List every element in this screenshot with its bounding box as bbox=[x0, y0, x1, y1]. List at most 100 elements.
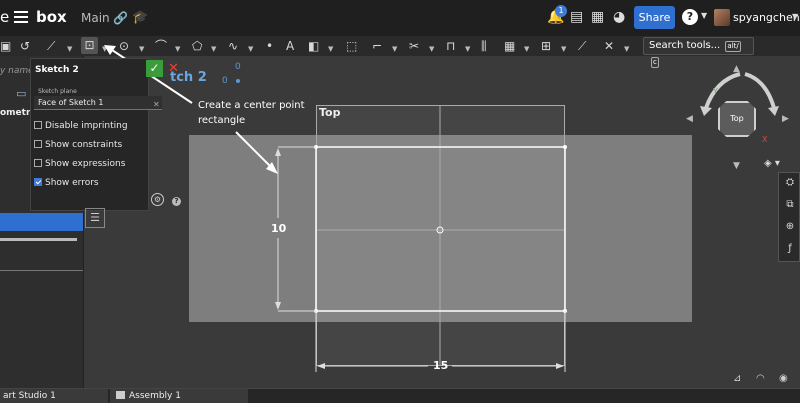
width-dimension[interactable]: 15 bbox=[433, 359, 448, 372]
transform-tool-icon[interactable]: ⊞ bbox=[541, 38, 551, 54]
clear-plane-icon[interactable]: ✕ bbox=[153, 98, 160, 112]
show-errors-checkbox[interactable] bbox=[34, 178, 42, 186]
help-caret-icon[interactable]: ▼ bbox=[701, 11, 707, 20]
arc-tool-icon[interactable]: ⌒ bbox=[155, 38, 167, 54]
mass-properties-icon[interactable]: ◠ bbox=[756, 373, 765, 384]
sketch-settings-icon[interactable]: ⚙ bbox=[151, 193, 164, 206]
configurations-icon[interactable]: ⊕ bbox=[782, 221, 798, 232]
app-grid-icon[interactable]: ▦ bbox=[591, 9, 604, 25]
list-icon[interactable]: ☰ bbox=[85, 208, 105, 228]
point-tool-icon[interactable]: • bbox=[266, 38, 273, 54]
menu-icon[interactable] bbox=[14, 11, 28, 23]
filter-input[interactable]: y name bbox=[0, 66, 34, 76]
graduation-cap-icon[interactable]: 🎓 bbox=[132, 10, 148, 25]
rotate-left-arrowhead bbox=[700, 106, 712, 116]
view-cube-menu-icon[interactable]: ◈ ▾ bbox=[764, 158, 780, 169]
sketch-plane-field[interactable]: Face of Sketch 1 ✕ bbox=[34, 96, 162, 110]
use-tool-icon[interactable]: ◧ bbox=[308, 38, 319, 54]
trim-caret-icon[interactable]: ▼ bbox=[429, 41, 434, 57]
center-rectangle-tool-icon[interactable]: ⊡ bbox=[81, 37, 98, 54]
fillet-caret-icon[interactable]: ▼ bbox=[392, 41, 397, 57]
accept-button[interactable]: ✓ bbox=[146, 60, 163, 77]
show-constraints-option[interactable]: Show constraints bbox=[34, 140, 122, 150]
show-errors-label: Show errors bbox=[45, 178, 99, 188]
offset-tool-icon[interactable]: ⊓ bbox=[446, 38, 455, 54]
palette-icon[interactable]: ◕ bbox=[613, 9, 625, 25]
cancel-button[interactable]: ✕ bbox=[168, 61, 179, 76]
folder-icon[interactable]: ▭ bbox=[16, 87, 26, 100]
document-list-icon[interactable]: ▤ bbox=[570, 9, 583, 25]
show-errors-option[interactable]: Show errors bbox=[34, 178, 99, 188]
pattern-tool-icon[interactable]: ▦ bbox=[504, 38, 515, 54]
height-dimension[interactable]: 10 bbox=[271, 222, 286, 235]
tab-part-studio[interactable]: art Studio 1 bbox=[0, 389, 108, 403]
help-icon[interactable]: ? bbox=[682, 9, 698, 25]
rectangle-caret-icon[interactable]: ▼ bbox=[102, 41, 107, 57]
pattern-caret-icon[interactable]: ▼ bbox=[524, 41, 529, 57]
onshape-window: e box Main 🔗 🎓 🔔 1 ▤ ▦ ◕ Share ? ▼ spyan… bbox=[0, 0, 800, 403]
top-plane[interactable] bbox=[316, 105, 565, 366]
constraint-tool-icon[interactable]: ✕ bbox=[604, 38, 614, 54]
appearance-icon[interactable]: ⛭ bbox=[782, 177, 798, 188]
logo-fragment: e bbox=[0, 8, 10, 26]
use-caret-icon[interactable]: ▼ bbox=[328, 41, 333, 57]
arc-caret-icon[interactable]: ▼ bbox=[175, 41, 180, 57]
view-cube[interactable]: Top bbox=[718, 101, 756, 137]
spline-caret-icon[interactable]: ▼ bbox=[248, 41, 253, 57]
polygon-caret-icon[interactable]: ▼ bbox=[211, 41, 216, 57]
show-expressions-checkbox[interactable] bbox=[34, 159, 42, 167]
origin-zero-left: 0 bbox=[222, 76, 228, 86]
rollback-bar[interactable] bbox=[0, 238, 77, 241]
rotate-right-arrowhead bbox=[768, 106, 779, 116]
mirror-tool-icon[interactable]: ⫼ bbox=[481, 38, 487, 54]
trim-tool-icon[interactable]: ✂ bbox=[409, 38, 419, 54]
disable-imprinting-option[interactable]: Disable imprinting bbox=[34, 121, 128, 131]
show-expressions-option[interactable]: Show expressions bbox=[34, 159, 125, 169]
share-button[interactable]: Share bbox=[634, 6, 675, 29]
constraint-caret-icon[interactable]: ▼ bbox=[624, 41, 629, 57]
disable-imprinting-checkbox[interactable] bbox=[34, 121, 42, 129]
sketch-tool-icon[interactable]: ▣ bbox=[0, 38, 11, 54]
measure-icon[interactable]: ⊿ bbox=[733, 373, 741, 384]
undo-icon[interactable]: ↺ bbox=[20, 38, 30, 54]
tab-assembly-label: Assembly 1 bbox=[129, 391, 181, 401]
sketch-plane-value: Face of Sketch 1 bbox=[38, 98, 104, 107]
section-view-icon[interactable]: ◉ bbox=[779, 373, 788, 384]
origin-point bbox=[236, 79, 240, 83]
circle-tool-icon[interactable]: ⊙ bbox=[119, 38, 129, 54]
construction-tool-icon[interactable]: ⬚ bbox=[346, 38, 357, 54]
view-right-arrow-icon[interactable]: ▶ bbox=[782, 114, 789, 124]
axis-y-label: Y bbox=[713, 87, 718, 96]
circle-caret-icon[interactable]: ▼ bbox=[139, 41, 144, 57]
tab-assembly[interactable]: Assembly 1 bbox=[110, 389, 248, 403]
user-caret-icon[interactable]: ▼ bbox=[792, 12, 798, 21]
show-expressions-label: Show expressions bbox=[45, 159, 126, 169]
text-tool-icon[interactable]: A bbox=[286, 38, 294, 54]
line-caret-icon[interactable]: ▼ bbox=[67, 41, 72, 57]
fillet-tool-icon[interactable]: ⌐ bbox=[372, 38, 382, 54]
search-tools-input[interactable]: Search tools... alt/ c bbox=[643, 37, 754, 68]
dimension-tool-icon[interactable]: ⟋ bbox=[578, 38, 586, 54]
notification-count-badge: 1 bbox=[555, 5, 567, 17]
selected-feature-row[interactable] bbox=[0, 213, 83, 231]
avatar[interactable] bbox=[714, 9, 730, 26]
username[interactable]: spyangchen bbox=[733, 11, 800, 24]
view-left-arrow-icon[interactable]: ◀ bbox=[686, 114, 693, 124]
branch-name[interactable]: Main bbox=[81, 11, 110, 25]
view-down-arrow-icon[interactable]: ▼ bbox=[733, 161, 740, 171]
view-up-arrow-icon[interactable]: ▲ bbox=[733, 64, 740, 74]
transform-caret-icon[interactable]: ▼ bbox=[561, 41, 566, 57]
callout-text: Create a center point rectangle bbox=[198, 100, 305, 126]
sketch-toolbar: ▣ ↺ ⟋ ▼ ⊡ ▼ ⊙ ▼ ⌒ ▼ ⬠ ▼ ∿ ▼ • A ◧ ▼ ⬚ ⌐ … bbox=[0, 36, 800, 68]
help-circle-icon[interactable]: ? bbox=[172, 197, 181, 206]
link-icon[interactable]: 🔗 bbox=[113, 11, 128, 25]
polygon-tool-icon[interactable]: ⬠ bbox=[192, 38, 202, 54]
document-name[interactable]: box bbox=[36, 8, 67, 26]
variables-icon[interactable]: ƒ bbox=[782, 243, 798, 254]
offset-caret-icon[interactable]: ▼ bbox=[465, 41, 470, 57]
parts-icon[interactable]: ⧉ bbox=[782, 199, 798, 210]
show-constraints-checkbox[interactable] bbox=[34, 140, 42, 148]
line-tool-icon[interactable]: ⟋ bbox=[47, 38, 55, 54]
top-header: e box Main 🔗 🎓 🔔 1 ▤ ▦ ◕ Share ? ▼ spyan… bbox=[0, 0, 800, 36]
spline-tool-icon[interactable]: ∿ bbox=[228, 38, 238, 54]
